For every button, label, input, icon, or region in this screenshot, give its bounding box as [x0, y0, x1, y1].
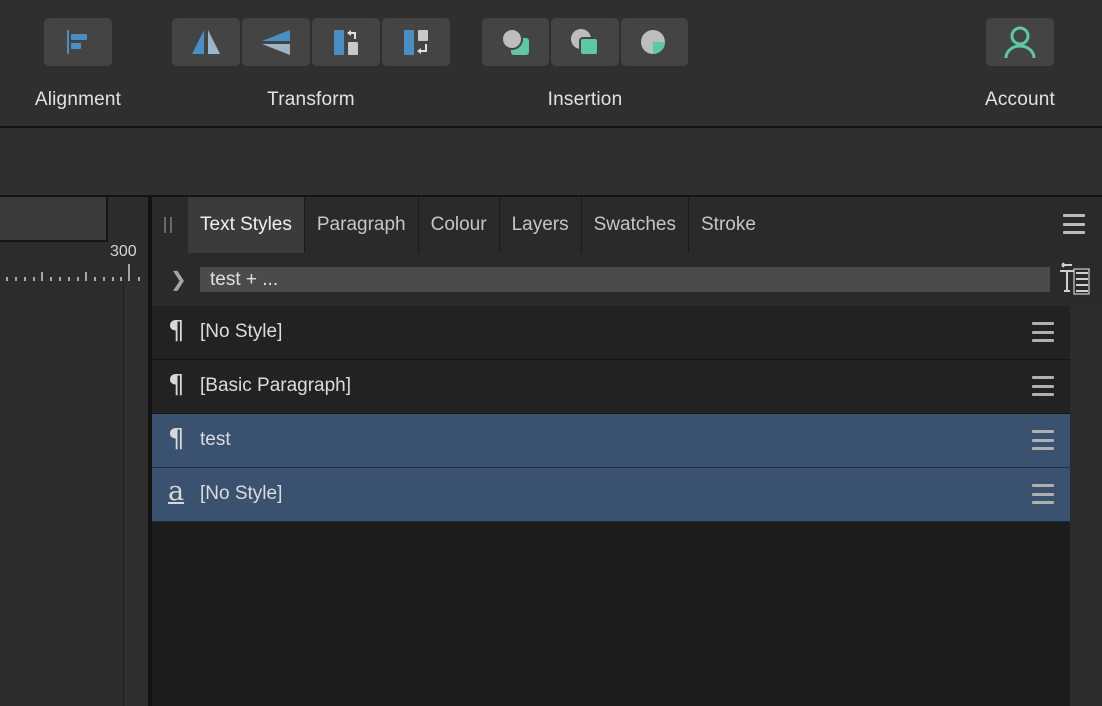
alignment-button[interactable] — [44, 18, 112, 66]
panel-menu-button[interactable] — [1063, 214, 1085, 234]
hamburger-icon — [1032, 322, 1054, 325]
chevron-right-icon[interactable]: ❯ — [170, 267, 187, 292]
alignment-label: Alignment — [34, 89, 122, 110]
ruler-number: 300 — [110, 243, 137, 260]
style-name: [No Style] — [200, 483, 283, 504]
text-styles-panel: Text Styles Paragraph Colour Layers Swat… — [152, 197, 1102, 706]
flip-horizontal-button[interactable] — [172, 18, 240, 66]
style-row-menu-button[interactable] — [1032, 322, 1054, 342]
rotate-right-icon — [404, 30, 428, 55]
style-row-basic-paragraph[interactable]: ¶ [Basic Paragraph] — [152, 360, 1070, 414]
style-row-menu-button[interactable] — [1032, 430, 1054, 450]
insertion-label: Insertion — [547, 89, 623, 110]
panel-tab-bar: Text Styles Paragraph Colour Layers Swat… — [152, 197, 1102, 253]
style-name: [Basic Paragraph] — [200, 375, 352, 396]
hamburger-icon — [1032, 484, 1054, 487]
main-toolbar: Alignment Transform Insertion Account — [0, 0, 1102, 128]
insert-inside-button[interactable] — [620, 18, 688, 66]
style-row-test[interactable]: ¶ test — [152, 414, 1070, 468]
insert-behind-icon — [500, 28, 529, 55]
rotate-right-button[interactable] — [382, 18, 450, 66]
pilcrow-icon: ¶ — [168, 424, 185, 454]
align-left-icon — [67, 30, 87, 54]
hamburger-icon — [1032, 376, 1054, 379]
hamburger-icon — [1063, 214, 1085, 217]
alignment-group: Alignment — [30, 18, 126, 111]
context-toolbar — [0, 128, 1102, 197]
pilcrow-icon: ¶ — [168, 370, 185, 400]
document-tab-strip — [0, 197, 108, 242]
account-label: Account — [984, 89, 1056, 110]
style-row-menu-button[interactable] — [1032, 376, 1054, 396]
style-list: ¶ [No Style] ¶ [Basic Paragraph] ¶ test … — [152, 306, 1070, 706]
create-style-button[interactable] — [1058, 261, 1090, 295]
tab-text-styles[interactable]: Text Styles — [188, 197, 305, 253]
tab-layers[interactable]: Layers — [500, 197, 582, 253]
insert-top-icon — [570, 29, 599, 56]
flip-vertical-icon — [262, 30, 290, 55]
canvas-area[interactable]: 300 — [0, 197, 151, 706]
tab-paragraph[interactable]: Paragraph — [305, 197, 419, 253]
style-row-character-no-style[interactable]: a [No Style] — [152, 468, 1070, 522]
insert-inside-icon — [641, 30, 666, 54]
panel-grip-handle[interactable] — [164, 217, 172, 233]
account-group: Account — [980, 18, 1060, 111]
hamburger-icon — [1032, 430, 1054, 433]
rotate-left-button[interactable] — [312, 18, 380, 66]
style-row-menu-button[interactable] — [1032, 484, 1054, 504]
style-row-no-style[interactable]: ¶ [No Style] — [152, 306, 1070, 360]
flip-horizontal-icon — [192, 30, 220, 54]
rotate-left-icon — [334, 30, 358, 55]
style-name: [No Style] — [200, 321, 283, 342]
insert-behind-button[interactable] — [482, 18, 550, 66]
insert-top-button[interactable] — [551, 18, 619, 66]
pilcrow-icon: ¶ — [168, 316, 185, 346]
character-style-icon: a — [168, 476, 185, 507]
user-icon — [1004, 26, 1036, 59]
transform-label: Transform — [267, 89, 355, 110]
flip-vertical-button[interactable] — [242, 18, 310, 66]
new-text-style-icon — [1060, 262, 1090, 295]
tab-swatches[interactable]: Swatches — [582, 197, 689, 253]
style-filter-row: ❯ — [152, 253, 1102, 306]
insertion-group: Insertion — [482, 18, 688, 111]
vertical-ruler[interactable] — [123, 282, 151, 706]
style-filter-field[interactable] — [200, 267, 1050, 292]
transform-group: Transform — [172, 18, 450, 111]
style-list-scrollbar[interactable] — [1070, 306, 1102, 706]
tab-stroke[interactable]: Stroke — [689, 197, 768, 253]
account-button[interactable] — [986, 18, 1054, 66]
tab-colour[interactable]: Colour — [419, 197, 500, 253]
style-name: test — [200, 429, 231, 450]
